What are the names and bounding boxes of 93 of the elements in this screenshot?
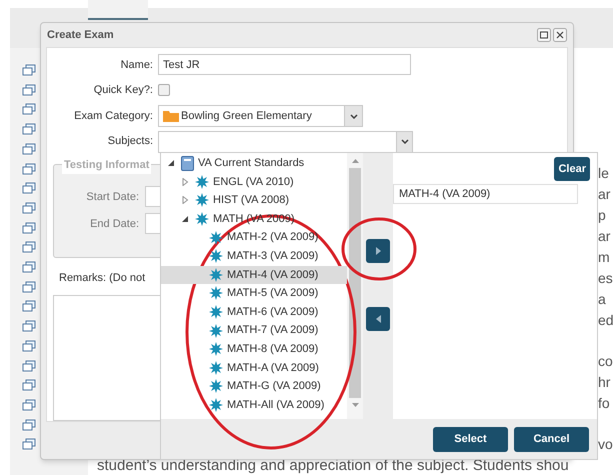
expanded-arrow-icon[interactable] [181,215,189,224]
window-icon[interactable] [22,162,36,176]
cancel-button[interactable]: Cancel [514,426,589,452]
star-icon [209,286,223,300]
window-icon[interactable] [22,340,36,353]
book-icon [181,156,194,171]
text-fragment: m [598,248,611,267]
text-fragment: co [598,352,613,371]
window-icon[interactable] [22,360,36,372]
text-fragment: es [598,269,613,288]
window-icon[interactable] [22,438,36,452]
field-label: Name: [120,58,154,73]
window-icon[interactable] [22,84,36,97]
star-icon [209,398,223,412]
text-fragment: p [598,206,607,225]
tree-item[interactable]: MATH-6 (VA 2009) [161,302,348,322]
text-fragment: vo [598,435,613,454]
window-icon[interactable] [22,142,36,156]
star-icon [209,379,223,394]
field-label: Quick Key?: [92,83,154,98]
window-icon[interactable] [22,222,36,235]
window-icon[interactable] [22,300,36,314]
date-label: End Date: [89,216,140,232]
clear-button[interactable]: Clear [554,157,590,181]
window-icon[interactable] [22,398,36,412]
collapsed-arrow-icon[interactable] [181,178,189,186]
dropdown-value: Bowling Green Elementary [181,108,313,124]
text-fragment: ed [598,311,613,330]
window-icon[interactable] [22,320,36,334]
text-fragment: ar [598,227,612,246]
star-icon [209,249,223,264]
window-icon[interactable] [22,202,36,215]
star-icon [195,174,209,189]
select-button[interactable]: Select [433,426,508,452]
window-icon[interactable] [22,261,36,274]
category-dropdown[interactable]: Bowling Green Elementary [158,105,363,128]
text-fragment: le [598,164,610,183]
dialog-title: Create Exam [47,28,115,43]
window-icon[interactable] [22,280,36,294]
tree-item[interactable]: HIST (VA 2008) [161,191,348,210]
window-icon[interactable] [22,64,36,77]
expanded-arrow-icon[interactable] [167,159,175,168]
window-icon[interactable] [22,241,36,254]
tree-item[interactable]: MATH-3 (VA 2009) [161,246,348,266]
tree-item[interactable]: MATH-2 (VA 2009) [161,228,348,247]
triangle-left-icon [376,315,380,323]
tree-item[interactable]: MATH-A (VA 2009) [161,358,348,378]
text-fragment: a [598,290,607,309]
text-fragment: ar [598,185,612,204]
star-icon [209,305,223,320]
collapsed-arrow-icon[interactable] [181,196,189,204]
tree-item[interactable]: ENGL (VA 2010) [161,172,348,192]
star-icon [209,324,223,338]
chevron-down-icon [400,139,408,144]
close-icon[interactable] [553,28,567,42]
field-label: Exam Category: [73,108,154,124]
star-icon [209,360,223,375]
tree-item[interactable]: VA Current Standards [161,154,348,173]
selected-item[interactable]: MATH-4 (VA 2009) [392,184,578,204]
maximize-icon[interactable] [537,28,551,42]
fieldset-legend: Testing Informat [62,157,152,174]
tree-item[interactable]: MATH-4 (VA 2009) [161,266,348,284]
tree-item[interactable]: MATH-5 (VA 2009) [161,284,348,303]
window-icon[interactable] [22,103,36,116]
tree-item[interactable]: MATH-All (VA 2009) [161,396,348,414]
move-left-button[interactable] [366,307,390,331]
text-fragment: fo [598,394,611,413]
window-icon[interactable] [22,379,36,392]
star-icon [209,342,223,356]
star-icon [195,212,209,226]
date-label: Start Date: [85,190,140,205]
tree-item[interactable]: MATH-8 (VA 2009) [161,340,348,359]
star-icon [195,193,209,208]
move-right-button[interactable] [366,239,390,263]
star-icon [209,230,223,245]
name-input[interactable]: Test JR [158,54,411,76]
chevron-down-icon [350,114,358,119]
scroll-down-icon[interactable] [352,403,359,407]
star-icon [209,268,223,282]
scrollbar[interactable] [347,153,364,419]
triangle-right-icon [376,247,380,255]
tab[interactable] [88,0,148,20]
body-text: student’s understanding and appreciation of the subject. Students shou [97,457,569,474]
tree-item[interactable]: MATH-G (VA 2009) [161,377,348,396]
remarks-label: Remarks: (Do not [59,271,146,286]
text-fragment: hr [598,373,612,392]
window-icon[interactable] [22,123,36,136]
tree-item[interactable]: MATH-7 (VA 2009) [161,321,348,340]
folder-icon [163,110,179,122]
field-label: Subjects: [106,134,154,150]
window-icon[interactable] [22,418,36,432]
window-icon[interactable] [22,182,36,196]
checkbox[interactable] [158,84,170,96]
